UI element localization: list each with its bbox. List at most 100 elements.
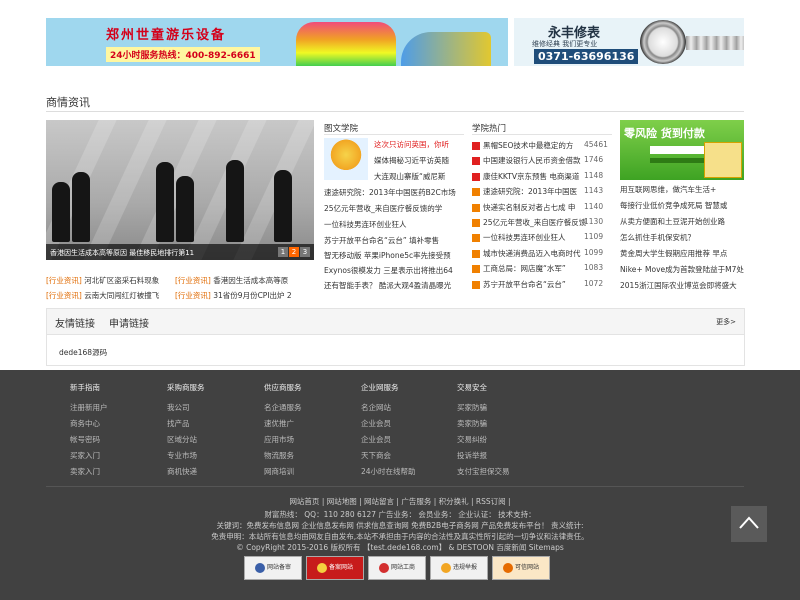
badge-business[interactable]: 网站工商: [368, 556, 426, 580]
footer-link[interactable]: 名企网站: [361, 400, 416, 416]
banner-amusement-ad[interactable]: 郑州世童游乐设备 24小时服务热线：400-892-6661: [46, 18, 508, 66]
industry-news-item[interactable]: [行业资讯] 31省份9月份CPI出炉 2: [175, 290, 292, 301]
footer-link[interactable]: 注册新用户: [70, 400, 108, 416]
footer-link[interactable]: 商机快递: [167, 464, 205, 480]
footer-link[interactable]: 投诉举报: [457, 448, 510, 464]
badge-report[interactable]: 违规举报: [430, 556, 488, 580]
cod-ad-banner[interactable]: 零风险 货到付款: [620, 120, 744, 180]
footer-link[interactable]: 天下商会: [361, 448, 416, 464]
badge-trusted[interactable]: 可信网站: [492, 556, 550, 580]
hot-item-text[interactable]: 城市快递消费品迈入电商时代: [483, 249, 581, 258]
industry-news-text[interactable]: 云南大同闯红灯被撞飞: [84, 291, 159, 300]
tuwen-item[interactable]: 苏宁开放平台命名“云台” 填补零售: [324, 235, 439, 246]
right-link-item[interactable]: 2015浙江国际农业博览会即将盛大: [620, 280, 744, 291]
industry-tag[interactable]: [行业资讯]: [175, 276, 211, 285]
hot-item-text[interactable]: 苏宁开放平台命名“云台”: [483, 280, 566, 289]
right-link-item[interactable]: Nike+ Move成为首款登陆益于M7处: [620, 264, 744, 275]
slide-page-button[interactable]: 1: [278, 247, 288, 257]
industry-news-item[interactable]: [行业资讯] 香港因生活成本高等原: [175, 275, 288, 286]
industry-news-text[interactable]: 河北矿区盗采石料现象: [84, 276, 159, 285]
hot-list-item[interactable]: 城市快递消费品迈入电商时代 1099: [472, 248, 612, 259]
footer-link[interactable]: 企业会员: [361, 416, 416, 432]
footer-link[interactable]: 买家入门: [70, 448, 108, 464]
slideshow-caption[interactable]: 香港因生活成本高等原因 最佳移民地排行第11: [50, 248, 194, 258]
tuwen-item[interactable]: 大连观山寨版“威尼斯: [374, 171, 445, 182]
hot-item-text[interactable]: 快递实名制反对者占七成 申: [483, 203, 575, 212]
hot-item-text[interactable]: 速途研究院：2013年中国医: [483, 187, 577, 196]
rank-marker-icon: [472, 188, 480, 197]
person-silhouette: [176, 176, 194, 242]
footer-link[interactable]: 卖家防骗: [457, 416, 510, 432]
hot-list-item[interactable]: 速途研究院：2013年中国医 1143: [472, 186, 612, 197]
news-slideshow[interactable]: 香港因生活成本高等原因 最佳移民地排行第11 123: [46, 120, 314, 260]
right-link-item[interactable]: 从卖方便面和土豆泥开始创业路: [620, 216, 744, 227]
tuwen-item[interactable]: 媒体揭秘习近平访英随: [374, 155, 449, 166]
industry-tag[interactable]: [行业资讯]: [46, 276, 82, 285]
tab-apply-link[interactable]: 申请链接: [109, 315, 149, 330]
footer-link[interactable]: 名企通服务: [264, 400, 302, 416]
industry-news-text[interactable]: 香港因生活成本高等原: [213, 276, 288, 285]
footer-link[interactable]: 卖家入门: [70, 464, 108, 480]
tuwen-item[interactable]: 这次只访问英国，你听: [374, 139, 449, 150]
hot-list-item[interactable]: 一位科技男连环创业狂人 1109: [472, 232, 612, 243]
industry-news-text[interactable]: 31省份9月份CPI出炉 2: [213, 291, 291, 300]
tuwen-thumbnail-image[interactable]: [324, 138, 368, 180]
hot-item-text[interactable]: 一位科技男连环创业狂人: [483, 233, 566, 242]
hot-item-text[interactable]: 黑帽SEO技术中最稳定的方: [483, 141, 573, 150]
tuwen-item[interactable]: Exynos很模发力 三星表示出将推出64: [324, 265, 453, 276]
tuwen-item[interactable]: 智无移动版 苹果iPhone5c率先接受预: [324, 250, 451, 261]
footer-link[interactable]: 专业市场: [167, 448, 205, 464]
tuwen-item[interactable]: 一位科技男连环创业狂人: [324, 219, 407, 230]
footer-link[interactable]: 24小时在线帮助: [361, 464, 416, 480]
friend-link-item[interactable]: dede168源码: [59, 347, 107, 358]
badge-icp[interactable]: 备案网站: [306, 556, 364, 580]
industry-news-item[interactable]: [行业资讯] 河北矿区盗采石料现象: [46, 275, 159, 286]
tab-friend-links[interactable]: 友情链接: [55, 315, 95, 330]
hot-list-item[interactable]: 工商总局：网店魔“水军” 1083: [472, 263, 612, 274]
hot-list-item[interactable]: 黑帽SEO技术中最稳定的方 45461: [472, 140, 612, 151]
footer-link[interactable]: 应用市场: [264, 432, 302, 448]
footer-link[interactable]: 找产品: [167, 416, 205, 432]
footer-links[interactable]: 网站首页 | 网站地图 | 网站留言 | 广告服务 | 积分换礼 | RSS订阅…: [0, 496, 800, 507]
footer-link[interactable]: 交易纠纷: [457, 432, 510, 448]
slide-page-button[interactable]: 2: [289, 247, 299, 257]
footer-column: 采购商服务 我公司 找产品 区域分站 专业市场 商机快递: [167, 382, 205, 480]
back-to-top-button[interactable]: [731, 506, 767, 542]
hot-item-count: 1099: [584, 247, 604, 257]
footer-link[interactable]: 支付宝担保交易: [457, 464, 510, 480]
footer-link[interactable]: 区域分站: [167, 432, 205, 448]
hot-list-item[interactable]: 中国建设银行人民币资金借款 1746: [472, 155, 612, 166]
industry-news-item[interactable]: [行业资讯] 云南大同闯红灯被撞飞: [46, 290, 159, 301]
footer-link[interactable]: 帐号密码: [70, 432, 108, 448]
emblem-icon: [316, 562, 327, 573]
tuwen-item[interactable]: 速途研究院：2013年中国医药B2C市场: [324, 187, 456, 198]
footer-link[interactable]: 商务中心: [70, 416, 108, 432]
hot-list-item[interactable]: 25亿元年营收_来自医疗餐反馈 1130: [472, 217, 612, 228]
tuwen-item[interactable]: 还有智能手表？ 酷派大观4盈清晶曝光: [324, 280, 451, 291]
industry-tag[interactable]: [行业资讯]: [175, 291, 211, 300]
badge-site-review[interactable]: 网站备审: [244, 556, 302, 580]
right-link-item[interactable]: 用互联网思维，做汽车生活+: [620, 184, 744, 195]
hot-item-text[interactable]: 康佳KKTV京东预售 电商渠道: [483, 172, 579, 181]
right-link-item[interactable]: 每接行业低价竞争成死局 智慧或: [620, 200, 744, 211]
more-link[interactable]: 更多>: [716, 317, 736, 327]
inflatable-slide-image: [401, 32, 491, 66]
hot-list-item[interactable]: 快递实名制反对者占七成 申 1140: [472, 202, 612, 213]
footer-link[interactable]: 买家防骗: [457, 400, 510, 416]
right-link-item[interactable]: 怎么抓住手机保安机？: [620, 232, 744, 243]
footer-link[interactable]: 物流服务: [264, 448, 302, 464]
hot-list-item[interactable]: 康佳KKTV京东预售 电商渠道 1148: [472, 171, 612, 182]
right-link-item[interactable]: 黄金周大学生假期应用推荐 早点: [620, 248, 744, 259]
industry-tag[interactable]: [行业资讯]: [46, 291, 82, 300]
footer-link[interactable]: 我公司: [167, 400, 205, 416]
hot-item-text[interactable]: 工商总局：网店魔“水军”: [483, 264, 566, 273]
footer-link[interactable]: 速优推广: [264, 416, 302, 432]
banner-watch-ad[interactable]: 永丰修表 维修经典 我们更专业 0371-63696136: [514, 18, 744, 66]
hot-item-text[interactable]: 中国建设银行人民币资金借款: [483, 156, 581, 165]
hot-list-item[interactable]: 苏宁开放平台命名“云台” 1072: [472, 279, 612, 290]
slide-page-button[interactable]: 3: [300, 247, 310, 257]
tuwen-item[interactable]: 25亿元年营收_来自医疗餐反馈的学: [324, 203, 442, 214]
footer-link[interactable]: 网商培训: [264, 464, 302, 480]
footer-link[interactable]: 企业会员: [361, 432, 416, 448]
hot-item-text[interactable]: 25亿元年营收_来自医疗餐反馈: [483, 218, 586, 227]
